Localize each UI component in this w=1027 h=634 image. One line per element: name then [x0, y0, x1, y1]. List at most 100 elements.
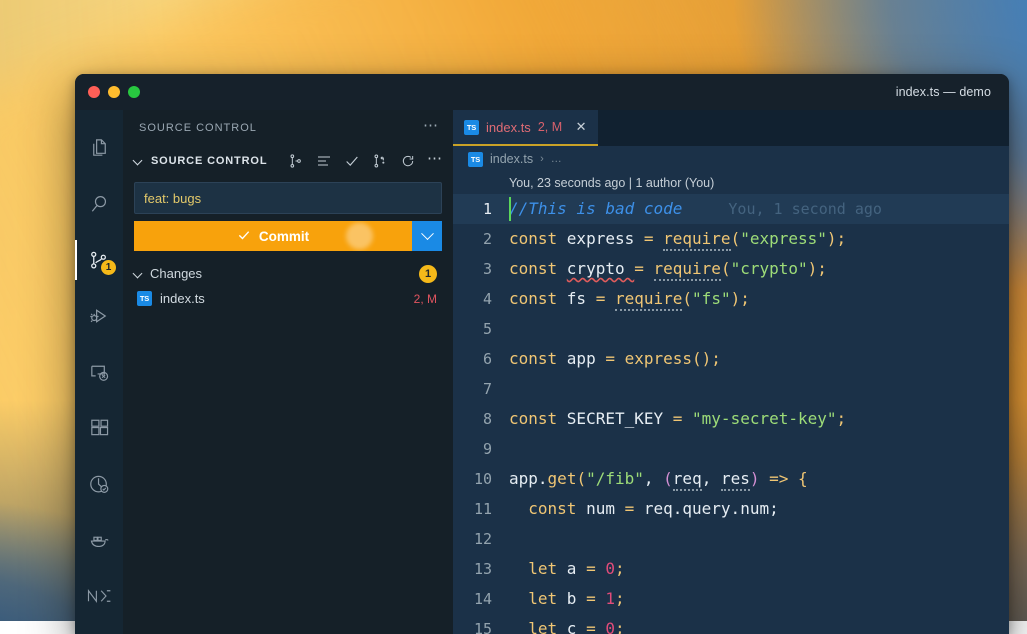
code-token: = — [586, 619, 605, 634]
tab-index-ts[interactable]: TS index.ts 2, M ✕ — [453, 110, 598, 146]
commit-button[interactable]: Commit — [134, 221, 412, 251]
line-content: let c = 0; — [509, 614, 1009, 634]
close-icon[interactable]: ✕ — [573, 119, 589, 135]
code-token: "/fib" — [586, 469, 644, 488]
code-line-11[interactable]: 11 const num = req.query.num; — [453, 494, 1009, 524]
docker-whale-icon — [88, 529, 111, 552]
typescript-file-icon: TS — [464, 120, 479, 135]
breadcrumb-tail[interactable]: … — [551, 153, 562, 165]
scm-more-actions-icon[interactable]: ⋯ — [427, 151, 443, 172]
check-icon[interactable] — [343, 153, 360, 170]
code-token: ( — [576, 469, 586, 488]
code-token: require — [663, 229, 730, 251]
code-line-1[interactable]: 1//This is bad codeYou, 1 second ago — [453, 194, 1009, 224]
list-icon[interactable] — [315, 153, 332, 170]
close-window-button[interactable] — [88, 86, 100, 98]
code-lines: 1//This is bad codeYou, 1 second ago2con… — [453, 194, 1009, 634]
code-token: = — [673, 409, 692, 428]
activity-bar-item-testing[interactable] — [75, 456, 123, 512]
code-line-9[interactable]: 9 — [453, 434, 1009, 464]
code-line-7[interactable]: 7 — [453, 374, 1009, 404]
activity-bar-item-nx-console[interactable] — [75, 568, 123, 624]
line-number: 1 — [453, 194, 509, 224]
code-token: req.query.num — [644, 499, 769, 518]
code-token: a — [567, 559, 586, 578]
code-token: ; — [837, 229, 847, 248]
source-control-graph-icon[interactable] — [287, 153, 304, 170]
line-content: const fs = require("fs"); — [509, 284, 1009, 314]
commit-button-row: Commit — [123, 214, 453, 251]
code-line-14[interactable]: 14 let b = 1; — [453, 584, 1009, 614]
code-line-15[interactable]: 15 let c = 0; — [453, 614, 1009, 634]
activity-bar-item-search[interactable] — [75, 176, 123, 232]
window-body: 1 — [75, 110, 1009, 634]
code-token: app — [509, 469, 538, 488]
code-token: "crypto" — [731, 259, 808, 278]
refresh-icon[interactable] — [399, 153, 416, 170]
activity-bar-item-extensions[interactable] — [75, 400, 123, 456]
code-token: const — [509, 409, 567, 428]
chevron-down-icon — [131, 154, 145, 168]
commit-dropdown-button[interactable] — [412, 221, 442, 251]
code-token: SECRET_KEY — [567, 409, 673, 428]
commit-message-input[interactable] — [134, 182, 442, 214]
code-line-10[interactable]: 10app.get("/fib", (req, res) => { — [453, 464, 1009, 494]
test-coverage-icon — [88, 473, 111, 496]
changes-label: Changes — [150, 266, 202, 281]
git-blame-header: You, 23 seconds ago | 1 author (You) — [453, 172, 1009, 194]
code-line-8[interactable]: 8const SECRET_KEY = "my-secret-key"; — [453, 404, 1009, 434]
file-name: index.ts — [160, 291, 205, 306]
code-line-2[interactable]: 2const express = require("express"); — [453, 224, 1009, 254]
code-token: ; — [769, 499, 779, 518]
maximize-window-button[interactable] — [128, 86, 140, 98]
activity-bar-item-source-control[interactable]: 1 — [75, 232, 123, 288]
activity-bar-item-remote-explorer[interactable] — [75, 344, 123, 400]
code-token: b — [567, 589, 586, 608]
code-line-12[interactable]: 12 — [453, 524, 1009, 554]
tab-label: index.ts — [486, 120, 531, 135]
line-number: 14 — [453, 584, 509, 614]
line-number: 4 — [453, 284, 509, 314]
code-line-13[interactable]: 13 let a = 0; — [453, 554, 1009, 584]
tab-status-badge: 2, M — [538, 120, 562, 134]
code-token: let — [509, 589, 567, 608]
code-token: const — [509, 349, 567, 368]
code-line-3[interactable]: 3const crypto = require("crypto"); — [453, 254, 1009, 284]
code-token: , — [702, 469, 721, 488]
run-and-debug-icon — [88, 305, 111, 328]
code-token: const — [509, 289, 567, 308]
line-content: const num = req.query.num; — [509, 494, 1009, 524]
code-token: crypto — [567, 259, 634, 278]
code-token: = — [586, 589, 605, 608]
inline-blame-annotation: You, 1 second ago — [682, 200, 882, 218]
sidebar-more-actions-icon[interactable]: ⋯ — [423, 118, 439, 138]
sidebar-title-label: SOURCE CONTROL — [139, 122, 257, 134]
activity-bar-item-docker[interactable] — [75, 512, 123, 568]
pull-request-icon[interactable] — [371, 153, 388, 170]
changes-count-badge: 1 — [419, 265, 437, 283]
code-token: express — [625, 349, 692, 368]
code-token: ; — [615, 619, 625, 634]
code-line-5[interactable]: 5 — [453, 314, 1009, 344]
code-editor[interactable]: You, 23 seconds ago | 1 author (You) 1//… — [453, 172, 1009, 634]
code-line-6[interactable]: 6const app = express(); — [453, 344, 1009, 374]
code-token: 1 — [605, 589, 615, 608]
minimize-window-button[interactable] — [108, 86, 120, 98]
activity-bar-item-explorer[interactable] — [75, 120, 123, 176]
line-number: 2 — [453, 224, 509, 254]
line-number: 13 — [453, 554, 509, 584]
code-token: = — [596, 289, 615, 308]
extensions-icon — [88, 417, 111, 440]
code-line-4[interactable]: 4const fs = require("fs"); — [453, 284, 1009, 314]
file-status-badge: 2, M — [414, 292, 437, 306]
activity-bar-item-run-and-debug[interactable] — [75, 288, 123, 344]
code-token: = — [634, 259, 653, 278]
window-title: index.ts — demo — [896, 74, 991, 110]
breadcrumb-file[interactable]: index.ts — [490, 152, 533, 166]
changes-section-header[interactable]: Changes 1 — [123, 261, 453, 286]
scm-section-header[interactable]: SOURCE CONTROL — [123, 146, 453, 176]
code-token: = — [625, 499, 644, 518]
list-item[interactable]: TS index.ts 2, M — [123, 286, 453, 311]
commit-button-label: Commit — [259, 229, 309, 244]
line-number: 7 — [453, 374, 509, 404]
